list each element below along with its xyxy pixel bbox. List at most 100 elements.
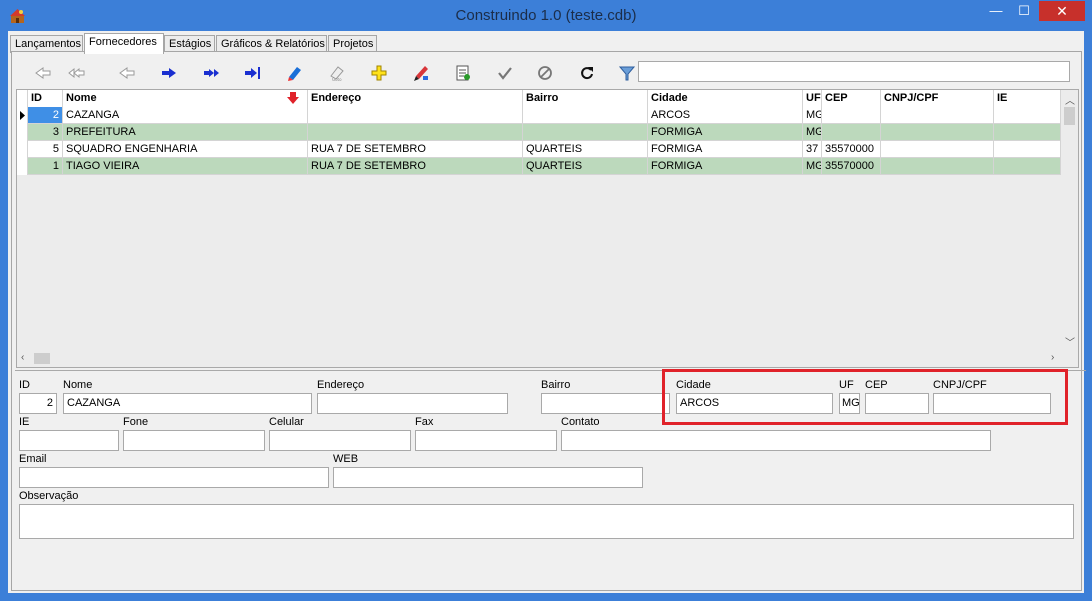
cidade-field[interactable]: ARCOS [676, 393, 833, 414]
cell-cep[interactable] [822, 124, 881, 141]
cell-ie[interactable] [994, 158, 1061, 175]
cell-bairro[interactable]: QUARTEIS [523, 158, 648, 175]
nome-field[interactable]: CAZANGA [63, 393, 312, 414]
maximize-button[interactable]: ☐ [1010, 1, 1038, 21]
delete-icon[interactable]: Goto [324, 60, 350, 86]
cell-cnpj[interactable] [881, 124, 994, 141]
cell-uf[interactable]: MG [803, 107, 822, 124]
cell-bairro[interactable]: QUARTEIS [523, 141, 648, 158]
cell-cep[interactable] [822, 107, 881, 124]
first-icon[interactable] [30, 60, 56, 86]
celular-field[interactable] [269, 430, 411, 451]
scroll-up-icon[interactable]: ︿ [1065, 92, 1075, 107]
tab-fornecedores[interactable]: Fornecedores [84, 33, 164, 54]
scroll-left-icon[interactable]: ‹ [21, 352, 24, 363]
filter-icon[interactable] [614, 60, 640, 86]
close-button[interactable]: ✕ [1039, 1, 1085, 21]
id-field[interactable]: 2 [19, 393, 57, 414]
cell-cnpj[interactable] [881, 107, 994, 124]
fax-field[interactable] [415, 430, 557, 451]
cell-endereco[interactable]: RUA 7 DE SETEMBRO [308, 141, 523, 158]
refresh-record-icon[interactable] [450, 60, 476, 86]
cell-id[interactable]: 1 [28, 158, 63, 175]
cell-ie[interactable] [994, 107, 1061, 124]
cell-nome[interactable]: TIAGO VIEIRA [63, 158, 308, 175]
column-header-id[interactable]: ID [28, 90, 63, 107]
column-header-bairro[interactable]: Bairro [523, 90, 648, 107]
add-icon[interactable] [366, 60, 392, 86]
cell-nome[interactable]: SQUADRO ENGENHARIA [63, 141, 308, 158]
prior-page-icon[interactable] [64, 60, 90, 86]
bairro-field[interactable] [541, 393, 670, 414]
cell-cep[interactable]: 35570000 [822, 158, 881, 175]
endereco-field[interactable] [317, 393, 508, 414]
cell-uf[interactable]: MG [803, 124, 822, 141]
indicator-header [17, 90, 28, 107]
scroll-down-icon[interactable]: ﹀ [1065, 334, 1075, 349]
cell-uf[interactable]: 37 [803, 141, 822, 158]
column-header-cnpj[interactable]: CNPJ/CPF [881, 90, 994, 107]
column-header-cidade[interactable]: Cidade [648, 90, 803, 107]
search-input[interactable] [638, 61, 1070, 82]
title-bar[interactable]: Construindo 1.0 (teste.cdb) — ☐ ✕ [0, 0, 1092, 31]
cell-endereco[interactable] [308, 124, 523, 141]
svg-text:Goto: Goto [332, 77, 342, 82]
cell-ie[interactable] [994, 141, 1061, 158]
cell-endereco[interactable] [308, 107, 523, 124]
email-field[interactable] [19, 467, 329, 488]
scroll-right-icon[interactable]: › [1051, 352, 1054, 363]
contato-field[interactable] [561, 430, 991, 451]
cell-id[interactable]: 5 [28, 141, 63, 158]
cell-cidade[interactable]: ARCOS [648, 107, 803, 124]
cep-field[interactable] [865, 393, 929, 414]
edit-icon[interactable] [408, 60, 434, 86]
cnpj-field[interactable] [933, 393, 1051, 414]
refresh-icon[interactable] [574, 60, 600, 86]
insert-icon[interactable] [282, 60, 308, 86]
ie-field[interactable] [19, 430, 119, 451]
cancel-icon[interactable] [532, 60, 558, 86]
splitter[interactable] [15, 370, 1086, 372]
cell-id[interactable]: 3 [28, 124, 63, 141]
column-header-nome[interactable]: Nome [63, 90, 308, 107]
post-icon[interactable] [492, 60, 518, 86]
vertical-scrollbar[interactable]: ︿ ﹀ [1061, 90, 1078, 350]
cell-bairro[interactable] [523, 107, 648, 124]
column-header-cep[interactable]: CEP [822, 90, 881, 107]
prior-icon[interactable] [114, 60, 140, 86]
web-field[interactable] [333, 467, 643, 488]
observacao-field[interactable] [19, 504, 1074, 539]
cell-uf[interactable]: MG [803, 158, 822, 175]
horizontal-scroll-thumb[interactable] [34, 353, 50, 364]
cell-cidade[interactable]: FORMIGA [648, 158, 803, 175]
last-icon[interactable] [240, 60, 266, 86]
fone-field[interactable] [123, 430, 265, 451]
uf-field[interactable]: MG [839, 393, 860, 414]
cell-cidade[interactable]: FORMIGA [648, 141, 803, 158]
cep-label: CEP [865, 379, 888, 391]
column-header-ie[interactable]: IE [994, 90, 1061, 107]
cell-nome[interactable]: PREFEITURA [63, 124, 308, 141]
next-icon[interactable] [156, 60, 182, 86]
horizontal-scrollbar[interactable]: ‹ › [17, 350, 1078, 367]
navigator-toolbar: Goto [20, 60, 636, 86]
cell-nome[interactable]: CAZANGA [63, 107, 308, 124]
cell-ie[interactable] [994, 124, 1061, 141]
next-page-icon[interactable] [198, 60, 224, 86]
web-label: WEB [333, 453, 359, 465]
column-header-endereco[interactable]: Endereço [308, 90, 523, 107]
fornecedores-grid[interactable]: ID Nome Endereço Bairro Cidade UF CEP CN… [16, 89, 1079, 368]
fornecedores-page: Goto ID Nome Endereço Bairro Cidade UF C… [11, 51, 1086, 591]
uf-label: UF [839, 379, 854, 391]
cell-endereco[interactable]: RUA 7 DE SETEMBRO [308, 158, 523, 175]
cell-cidade[interactable]: FORMIGA [648, 124, 803, 141]
vertical-scroll-thumb[interactable] [1064, 107, 1075, 125]
cell-cnpj[interactable] [881, 141, 994, 158]
column-header-uf[interactable]: UF [803, 90, 822, 107]
cell-id[interactable]: 2 [28, 107, 63, 124]
cell-bairro[interactable] [523, 124, 648, 141]
minimize-button[interactable]: — [982, 1, 1010, 21]
cell-cep[interactable]: 35570000 [822, 141, 881, 158]
cell-cnpj[interactable] [881, 158, 994, 175]
window-title: Construindo 1.0 (teste.cdb) [455, 7, 637, 24]
